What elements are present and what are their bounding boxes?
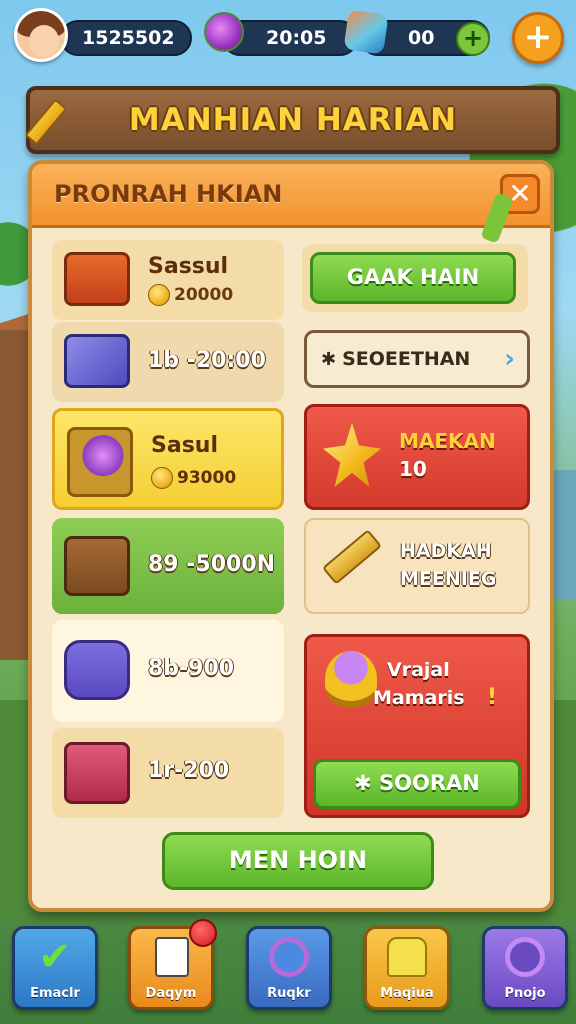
nav-label: Maqiua (380, 986, 434, 1001)
gold-bar-icon (321, 529, 383, 585)
bonus-card[interactable]: MAEKAN 10 (304, 404, 530, 510)
select-button[interactable]: ✱ SEOEETHAN › (304, 330, 530, 388)
nav-item-document[interactable]: Daqym (128, 919, 217, 1010)
coin-counter: 1525502 (60, 20, 192, 56)
potion-icon (204, 12, 244, 52)
offer-claim-button[interactable]: ✱ SOORAN (313, 759, 521, 809)
gem-count: 00 (408, 27, 435, 49)
star-icon: ✱ (321, 348, 337, 370)
reward-tile-barrel[interactable]: 8b-900 (52, 620, 284, 722)
gem-icon (343, 9, 389, 55)
wooden-crate-icon (64, 536, 130, 596)
reward-label: Sasul (151, 433, 218, 458)
treasure-bucket-icon (64, 742, 130, 804)
ring-icon (505, 937, 545, 977)
coin-icon (151, 467, 173, 489)
coin-icon (148, 284, 170, 306)
magnifier-treasure-icon (67, 427, 133, 497)
nav-label: Daqym (145, 986, 197, 1001)
avatar-face (29, 25, 59, 57)
bag-icon (387, 937, 427, 977)
special-offer-card: Vrajal Mamaris ! ✱ SOORAN (304, 634, 530, 818)
coin-count: 1525502 (82, 27, 175, 49)
nav-item-refresh[interactable]: Ruqkr (246, 926, 332, 1010)
main-action-button[interactable]: MEN HOIN (162, 832, 434, 890)
rewards-panel: PRONRAH HKIAN ✕ Sassul 20000 1b -20:00 S… (28, 160, 554, 912)
nav-item-profile[interactable]: Pnojo (482, 926, 568, 1010)
offer-title: Vrajal (387, 659, 450, 681)
item-card[interactable]: HADKAH MEENIEG (304, 518, 530, 614)
add-gems-button[interactable]: + (456, 22, 490, 56)
reward-label: 8b-900 (148, 656, 235, 681)
gold-star-icon (323, 423, 381, 487)
timer-value: 20:05 (266, 27, 327, 49)
reward-label: Sassul (148, 254, 229, 279)
reward-tile-chest[interactable]: Sassul 20000 (52, 240, 284, 320)
reward-tile-crate[interactable]: 89 -5000N (52, 518, 284, 614)
player-avatar[interactable] (14, 8, 68, 62)
add-currency-button[interactable]: + (512, 12, 564, 64)
chevron-right-icon: › (504, 344, 515, 374)
offer-subtitle: Mamaris (373, 687, 465, 709)
reward-label: 1b -20:00 (148, 348, 266, 373)
nav-label: Pnojo (504, 986, 546, 1001)
panel-header: PRONRAH HKIAN ✕ (32, 164, 550, 228)
panel-title: PRONRAH HKIAN (54, 180, 283, 208)
gift-box-icon (64, 334, 130, 388)
reward-amount: 20000 (148, 284, 233, 306)
bottom-nav: ✔ Emaclr Daqym Ruqkr Maqiua Pnojo (0, 919, 576, 1024)
select-button-label: SEOEETHAN (342, 348, 471, 370)
reward-amount-value: 93000 (177, 468, 237, 488)
reward-tile-box[interactable]: 1b -20:00 (52, 322, 284, 402)
title-banner: MANHIAN HARIAN (26, 86, 560, 154)
claim-button[interactable]: GAAK HAIN (310, 252, 516, 304)
treasure-chest-icon (64, 252, 130, 306)
golden-cup-icon (325, 651, 377, 707)
nav-label: Emaclr (30, 986, 80, 1001)
nav-item-check[interactable]: ✔ Emaclr (12, 926, 98, 1010)
bonus-card-title: MAEKAN (399, 429, 496, 453)
notification-badge (189, 919, 217, 947)
nav-item-bag[interactable]: Maqiua (364, 926, 450, 1010)
barrel-icon (64, 640, 130, 700)
exclamation-icon: ! (487, 685, 498, 710)
item-card-title: HADKAH (400, 540, 492, 562)
reward-amount: 93000 (151, 467, 236, 489)
nav-label: Ruqkr (267, 986, 311, 1001)
page-title: MANHIAN HARIAN (128, 102, 458, 138)
checkmark-icon: ✔ (38, 934, 72, 980)
refresh-icon (269, 937, 309, 977)
reward-amount-value: 20000 (174, 285, 234, 305)
document-icon (155, 937, 189, 977)
reward-tile-magnifier[interactable]: Sasul 93000 (52, 408, 284, 510)
top-resource-bar: 1525502 20:05 00 + + (0, 0, 576, 78)
reward-label: 89 -5000N (148, 552, 276, 577)
reward-label: 1r-200 (148, 758, 230, 783)
item-card-subtitle: MEENIEG (400, 568, 497, 590)
reward-tile-bucket[interactable]: 1r-200 (52, 728, 284, 818)
bonus-card-value: 10 (399, 457, 427, 481)
